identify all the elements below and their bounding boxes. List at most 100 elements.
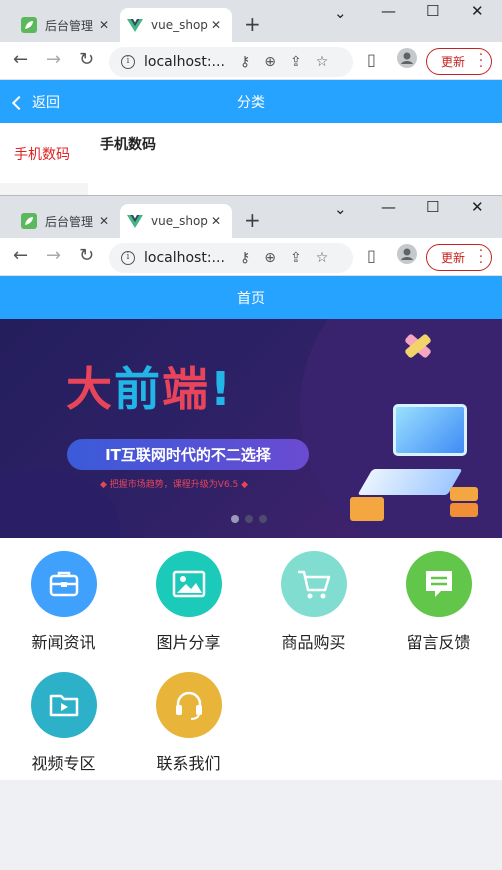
minimize-icon[interactable]: — — [381, 2, 396, 20]
browser-window-home: 后台管理 ✕ vue_shop ✕ + ⌄ — ☐ ✕ ← → ↻ i loca… — [0, 196, 502, 870]
banner-carousel[interactable]: 大前端! IT互联网时代的不二选择 ◆ 把握市场趋势，课程升级为V6.5 ◆ — [0, 319, 502, 538]
back-arrow-icon[interactable]: ← — [13, 246, 28, 266]
video-folder-icon — [30, 672, 97, 738]
banner-title-char: 前 — [114, 362, 162, 416]
zoom-icon[interactable]: ⊕ — [264, 250, 276, 266]
grid-item-video[interactable]: 视频专区 — [1, 672, 126, 774]
grid-item-photos[interactable]: 图片分享 — [126, 551, 251, 653]
new-tab-icon[interactable]: + — [244, 208, 261, 232]
tab-title: 后台管理 — [45, 18, 94, 33]
computer-monitor-illustration — [393, 404, 467, 456]
grid-item-label: 图片分享 — [156, 633, 221, 652]
page-title: 首页 — [237, 291, 265, 307]
new-tab-icon[interactable]: + — [244, 12, 261, 36]
grid-item-contact[interactable]: 联系我们 — [126, 672, 251, 774]
back-arrow-icon[interactable]: ← — [13, 50, 28, 70]
browser-window-category: 后台管理 ✕ vue_shop ✕ + ⌄ — ☐ ✕ ← → ↻ i loca… — [0, 0, 502, 196]
url-text[interactable]: localhost:... — [144, 54, 226, 70]
tab-search-chevron-icon[interactable]: ⌄ — [334, 4, 347, 22]
tab-strip: 后台管理 ✕ vue_shop ✕ + ⌄ — ☐ ✕ — [0, 196, 502, 238]
address-bar[interactable]: i localhost:... ⚷ ⊕ ⇪ ☆ — [109, 47, 353, 77]
reload-icon[interactable]: ↻ — [79, 50, 94, 70]
side-panel-icon[interactable]: ▯ — [367, 50, 376, 70]
grid-item-label: 新闻资讯 — [31, 633, 96, 652]
carousel-dot[interactable] — [259, 515, 267, 523]
tab-close-icon[interactable]: ✕ — [96, 214, 112, 228]
grid-item-label: 视频专区 — [31, 754, 96, 773]
category-sidebar-next-item[interactable] — [0, 183, 88, 195]
headset-icon — [155, 672, 222, 738]
banner-title-char: 端 — [162, 362, 210, 416]
grid-item-label: 商品购买 — [281, 633, 346, 652]
picture-icon — [155, 551, 222, 617]
profile-avatar-icon[interactable] — [397, 244, 417, 269]
side-panel-icon[interactable]: ▯ — [367, 246, 376, 266]
tab-admin[interactable]: 后台管理 ✕ — [14, 8, 120, 42]
app-header: 首页 — [0, 276, 502, 319]
stack-block-shape — [450, 503, 478, 517]
update-button[interactable]: 更新 · · · — [426, 48, 492, 75]
leaf-favicon-icon — [21, 213, 37, 229]
profile-avatar-icon[interactable] — [397, 48, 417, 73]
leaf-favicon-icon — [21, 17, 37, 33]
tab-strip: 后台管理 ✕ vue_shop ✕ + ⌄ — ☐ ✕ — [0, 0, 502, 42]
banner-subtitle: ◆ 把握市场趋势，课程升级为V6.5 ◆ — [100, 480, 249, 490]
feature-grid: 新闻资讯 图片分享 商品购买 留言反馈 视频专区 联系我们 — [0, 538, 502, 780]
site-info-icon[interactable]: i — [121, 55, 135, 69]
category-sidebar: 手机数码 — [0, 123, 88, 195]
site-info-icon[interactable]: i — [121, 251, 135, 265]
stack-block-shape — [350, 497, 384, 521]
tab-vue-shop[interactable]: vue_shop ✕ — [120, 204, 232, 238]
tab-search-chevron-icon[interactable]: ⌄ — [334, 200, 347, 218]
keyboard-illustration — [357, 469, 463, 495]
app-header: 返回 分类 — [0, 80, 502, 123]
menu-kebab-icon[interactable]: · · · — [479, 245, 483, 270]
key-icon[interactable]: ⚷ — [240, 54, 250, 70]
browser-toolbar: ← → ↻ i localhost:... ⚷ ⊕ ⇪ ☆ ▯ 更新 · · · — [0, 42, 502, 80]
menu-kebab-icon[interactable]: · · · — [479, 49, 483, 74]
key-icon[interactable]: ⚷ — [240, 250, 250, 266]
share-icon[interactable]: ⇪ — [290, 54, 302, 70]
minimize-icon[interactable]: — — [381, 198, 396, 216]
tab-title: vue_shop — [151, 18, 208, 32]
maximize-icon[interactable]: ☐ — [426, 2, 439, 20]
category-body: 手机数码 手机数码 — [0, 123, 502, 195]
tab-title: vue_shop — [151, 214, 208, 228]
briefcase-icon — [30, 551, 97, 617]
address-bar[interactable]: i localhost:... ⚷ ⊕ ⇪ ☆ — [109, 243, 353, 273]
forward-arrow-icon[interactable]: → — [46, 50, 61, 70]
tab-vue-shop[interactable]: vue_shop ✕ — [120, 8, 232, 42]
carousel-indicators — [231, 515, 267, 523]
maximize-icon[interactable]: ☐ — [426, 198, 439, 216]
tab-close-icon[interactable]: ✕ — [208, 214, 224, 228]
vue-favicon-icon — [127, 213, 143, 229]
update-label: 更新 — [441, 55, 466, 69]
category-section-title: 手机数码 — [100, 137, 156, 153]
stack-block-shape — [450, 487, 478, 501]
carousel-dot[interactable] — [245, 515, 253, 523]
category-item-phone[interactable]: 手机数码 — [14, 144, 70, 164]
close-window-icon[interactable]: ✕ — [471, 2, 484, 20]
grid-item-label: 联系我们 — [156, 754, 221, 773]
zoom-icon[interactable]: ⊕ — [264, 54, 276, 70]
cart-icon — [280, 551, 347, 617]
url-text[interactable]: localhost:... — [144, 250, 226, 266]
grid-item-feedback[interactable]: 留言反馈 — [376, 551, 501, 653]
star-icon[interactable]: ☆ — [316, 54, 329, 70]
share-icon[interactable]: ⇪ — [290, 250, 302, 266]
browser-toolbar: ← → ↻ i localhost:... ⚷ ⊕ ⇪ ☆ ▯ 更新 · · · — [0, 238, 502, 276]
reload-icon[interactable]: ↻ — [79, 246, 94, 266]
grid-item-shop[interactable]: 商品购买 — [251, 551, 376, 653]
star-icon[interactable]: ☆ — [316, 250, 329, 266]
tab-close-icon[interactable]: ✕ — [96, 18, 112, 32]
grid-item-label: 留言反馈 — [406, 633, 471, 652]
forward-arrow-icon[interactable]: → — [46, 246, 61, 266]
carousel-dot-active[interactable] — [231, 515, 239, 523]
tab-admin[interactable]: 后台管理 ✕ — [14, 204, 120, 238]
grid-item-news[interactable]: 新闻资讯 — [1, 551, 126, 653]
banner-slogan: IT互联网时代的不二选择 — [67, 439, 309, 470]
tab-title: 后台管理 — [45, 214, 94, 229]
tab-close-icon[interactable]: ✕ — [208, 18, 224, 32]
close-window-icon[interactable]: ✕ — [471, 198, 484, 216]
update-button[interactable]: 更新 · · · — [426, 244, 492, 271]
